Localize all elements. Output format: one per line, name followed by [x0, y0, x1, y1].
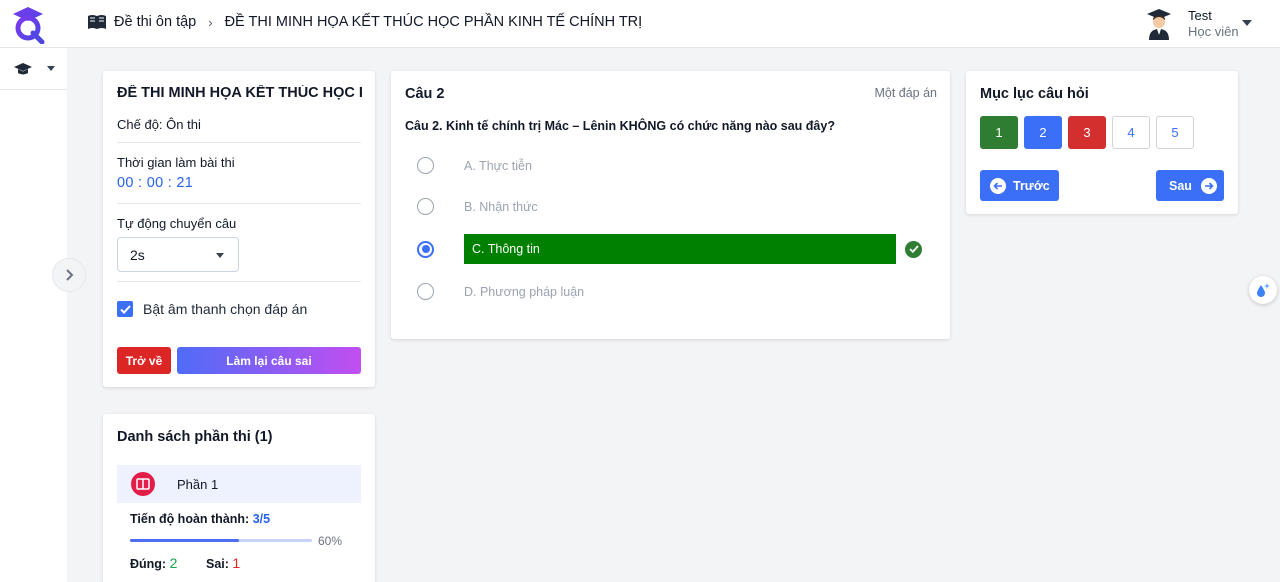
option-b[interactable]: B. Nhận thức — [417, 198, 538, 215]
chevron-down-icon — [47, 66, 55, 71]
check-circle-icon — [905, 240, 922, 258]
breadcrumb-current: ĐỀ THI MINH HỌA KẾT THÚC HỌC PHẦN KINH T… — [224, 14, 643, 30]
user-menu[interactable]: Test Học viên — [1146, 8, 1252, 40]
breadcrumb: Đề thi ôn tập › ĐỀ THI MINH HỌA KẾT THÚC… — [87, 14, 642, 30]
radio-button-selected[interactable] — [417, 240, 434, 258]
user-role: Học viên — [1188, 24, 1239, 39]
option-label-correct: C. Thông tin — [464, 234, 896, 264]
exam-title: ĐỀ THI MINH HỌA KẾT THÚC HỌC PHẦN KINH T… — [117, 85, 362, 101]
avatar — [1147, 9, 1171, 40]
exam-parts-card: Danh sách phần thi (1) Phần 1 Tiến độ ho… — [103, 414, 375, 582]
part-name: Phần 1 — [177, 476, 219, 492]
wrong-value: 1 — [232, 555, 241, 571]
exam-info-card: ĐỀ THI MINH HỌA KẾT THÚC HỌC PHẦN KINH T… — [103, 71, 375, 387]
redo-wrong-button[interactable]: Làm lại câu sai — [177, 347, 361, 374]
chevron-right-icon: › — [208, 14, 213, 30]
expand-panel-button[interactable] — [52, 258, 86, 292]
option-label: A. Thực tiễn — [464, 158, 532, 173]
user-name: Test — [1188, 8, 1212, 23]
arrow-left-icon — [990, 177, 1006, 194]
sidebar — [0, 48, 67, 582]
auto-next-select[interactable]: 2s — [117, 237, 239, 272]
divider — [117, 281, 361, 282]
prev-button[interactable]: Trước — [980, 170, 1059, 201]
radio-button[interactable] — [417, 198, 434, 215]
question-index-button-3[interactable]: 3 — [1068, 116, 1106, 149]
assistant-float-button[interactable] — [1249, 276, 1277, 304]
question-index-button-2[interactable]: 2 — [1024, 116, 1062, 149]
question-index-button-5[interactable]: 5 — [1156, 116, 1194, 149]
option-a[interactable]: A. Thực tiễn — [417, 157, 532, 174]
sound-toggle[interactable]: Bật âm thanh chọn đáp án — [117, 301, 307, 317]
timer: 00 : 00 : 21 — [117, 175, 194, 191]
app-logo[interactable] — [8, 4, 48, 45]
option-label: D. Phương pháp luận — [464, 284, 585, 299]
exam-mode: Chế độ: Ôn thi — [117, 117, 201, 132]
divider — [117, 203, 361, 204]
radio-button[interactable] — [417, 157, 434, 174]
sound-label: Bật âm thanh chọn đáp án — [143, 301, 308, 317]
book-open-icon — [88, 15, 106, 29]
divider — [117, 142, 361, 143]
chevron-right-icon — [66, 269, 74, 281]
question-index-button-4[interactable]: 4 — [1112, 116, 1150, 149]
question-index-card: Mục lục câu hỏi 1 2 3 4 5 Trước Sau — [966, 71, 1238, 214]
radio-button[interactable] — [417, 283, 434, 300]
correct-label: Đúng: — [130, 557, 167, 571]
correct-count: Đúng: 2 — [130, 555, 177, 571]
next-button[interactable]: Sau — [1156, 170, 1224, 201]
auto-next-label: Tự động chuyển câu — [117, 216, 237, 231]
progress-text: Tiến độ hoàn thành: — [130, 512, 250, 526]
sound-checkbox[interactable] — [117, 301, 133, 317]
progress-label: Tiến độ hoàn thành: 3/5 — [130, 512, 270, 526]
option-d[interactable]: D. Phương pháp luận — [417, 283, 584, 300]
part-item[interactable]: Phần 1 — [117, 465, 361, 503]
time-label: Thời gian làm bài thi — [117, 155, 235, 170]
option-label: B. Nhận thức — [464, 199, 538, 214]
progress-bar — [130, 539, 312, 542]
question-number: Câu 2 — [405, 86, 445, 102]
breadcrumb-root-link[interactable]: Đề thi ôn tập — [114, 14, 196, 30]
check-icon — [119, 304, 131, 314]
prev-label: Trước — [1013, 178, 1050, 193]
correct-value: 2 — [169, 555, 178, 571]
auto-next-value: 2s — [130, 246, 145, 263]
wrong-label: Sai: — [206, 557, 229, 571]
next-label: Sau — [1169, 178, 1192, 193]
chevron-down-icon — [216, 253, 224, 258]
wrong-count: Sai: 1 — [206, 555, 240, 571]
question-type: Một đáp án — [874, 86, 937, 100]
question-text: Câu 2. Kinh tế chính trị Mác – Lênin KHÔ… — [405, 119, 835, 133]
progress-bar-fill — [130, 539, 240, 542]
graduation-cap-icon — [14, 62, 32, 74]
chevron-down-icon[interactable] — [1242, 20, 1252, 26]
arrow-right-icon — [1200, 177, 1217, 194]
sidebar-item-courses[interactable] — [0, 48, 67, 90]
index-title: Mục lục câu hỏi — [980, 86, 1089, 102]
progress-percent: 60% — [318, 534, 343, 548]
question-card: Câu 2 Một đáp án Câu 2. Kinh tế chính tr… — [391, 71, 950, 339]
progress-value: 3/5 — [252, 512, 271, 526]
option-c[interactable]: C. Thông tin — [417, 234, 922, 264]
back-button[interactable]: Trở về — [117, 347, 171, 374]
parts-title: Danh sách phần thi (1) — [117, 429, 273, 445]
top-header: Đề thi ôn tập › ĐỀ THI MINH HỌA KẾT THÚC… — [0, 0, 1280, 48]
question-index-button-1[interactable]: 1 — [980, 116, 1018, 149]
book-icon — [131, 472, 155, 496]
water-drop-sparkle-icon — [1257, 283, 1270, 297]
